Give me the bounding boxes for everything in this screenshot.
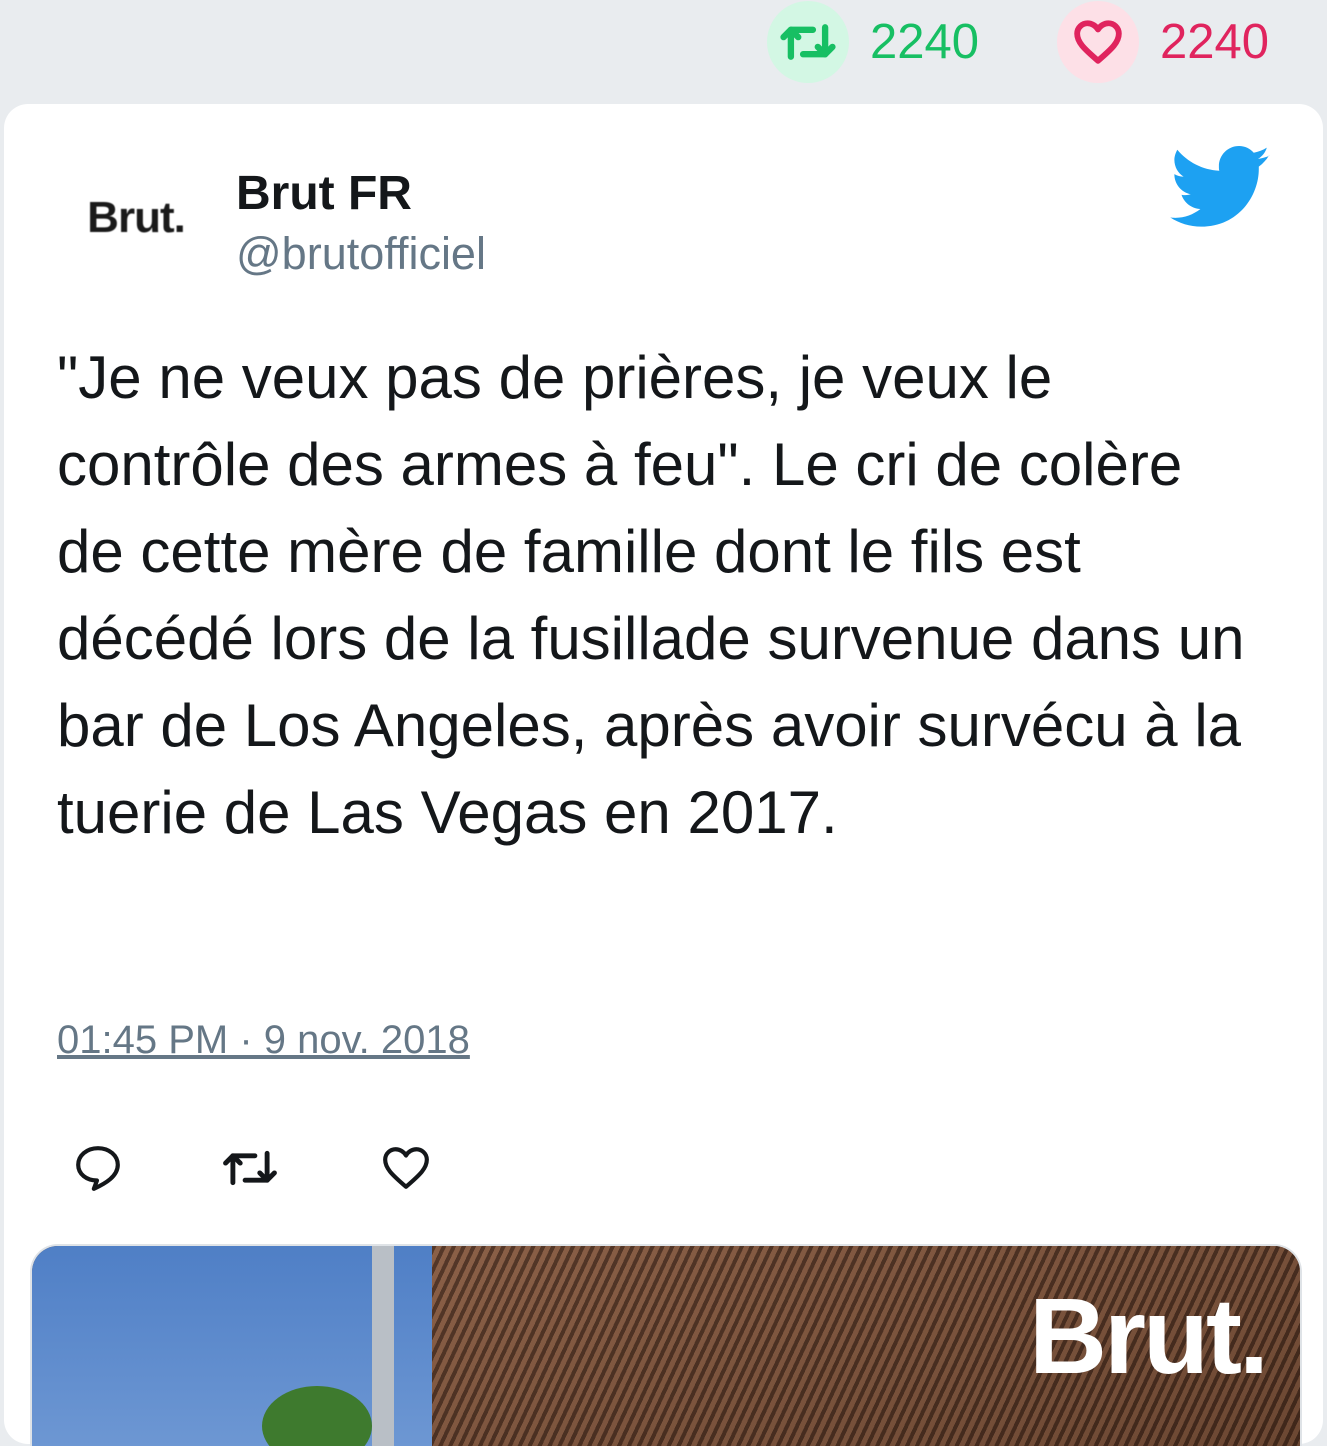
like-stat[interactable]: 2240 xyxy=(1057,0,1269,84)
author-handle[interactable]: @brutofficiel xyxy=(236,228,486,280)
tweet-media[interactable]: Brut. xyxy=(30,1244,1302,1446)
stats-bar: 2240 2240 xyxy=(0,0,1327,100)
heart-icon[interactable] xyxy=(1057,1,1139,83)
brut-logo: Brut. xyxy=(1029,1275,1269,1396)
retweet-icon[interactable] xyxy=(767,1,849,83)
retweet-stat[interactable]: 2240 xyxy=(767,0,979,84)
avatar[interactable]: Brut. xyxy=(74,168,198,268)
retweet-count: 2240 xyxy=(870,14,980,69)
media-pole xyxy=(372,1246,394,1446)
tweet-timestamp[interactable]: 01:45 PM · 9 nov. 2018 xyxy=(57,1018,470,1063)
retweet-icon[interactable] xyxy=(218,1136,282,1200)
author-name[interactable]: Brut FR xyxy=(236,166,412,221)
twitter-bird-icon[interactable] xyxy=(1170,146,1272,230)
like-count: 2240 xyxy=(1160,14,1270,69)
tweet-actions xyxy=(0,1136,600,1200)
heart-icon[interactable] xyxy=(374,1136,438,1200)
reply-icon[interactable] xyxy=(66,1136,130,1200)
tweet-text: "Je ne veux pas de prières, je veux le c… xyxy=(57,344,1245,846)
